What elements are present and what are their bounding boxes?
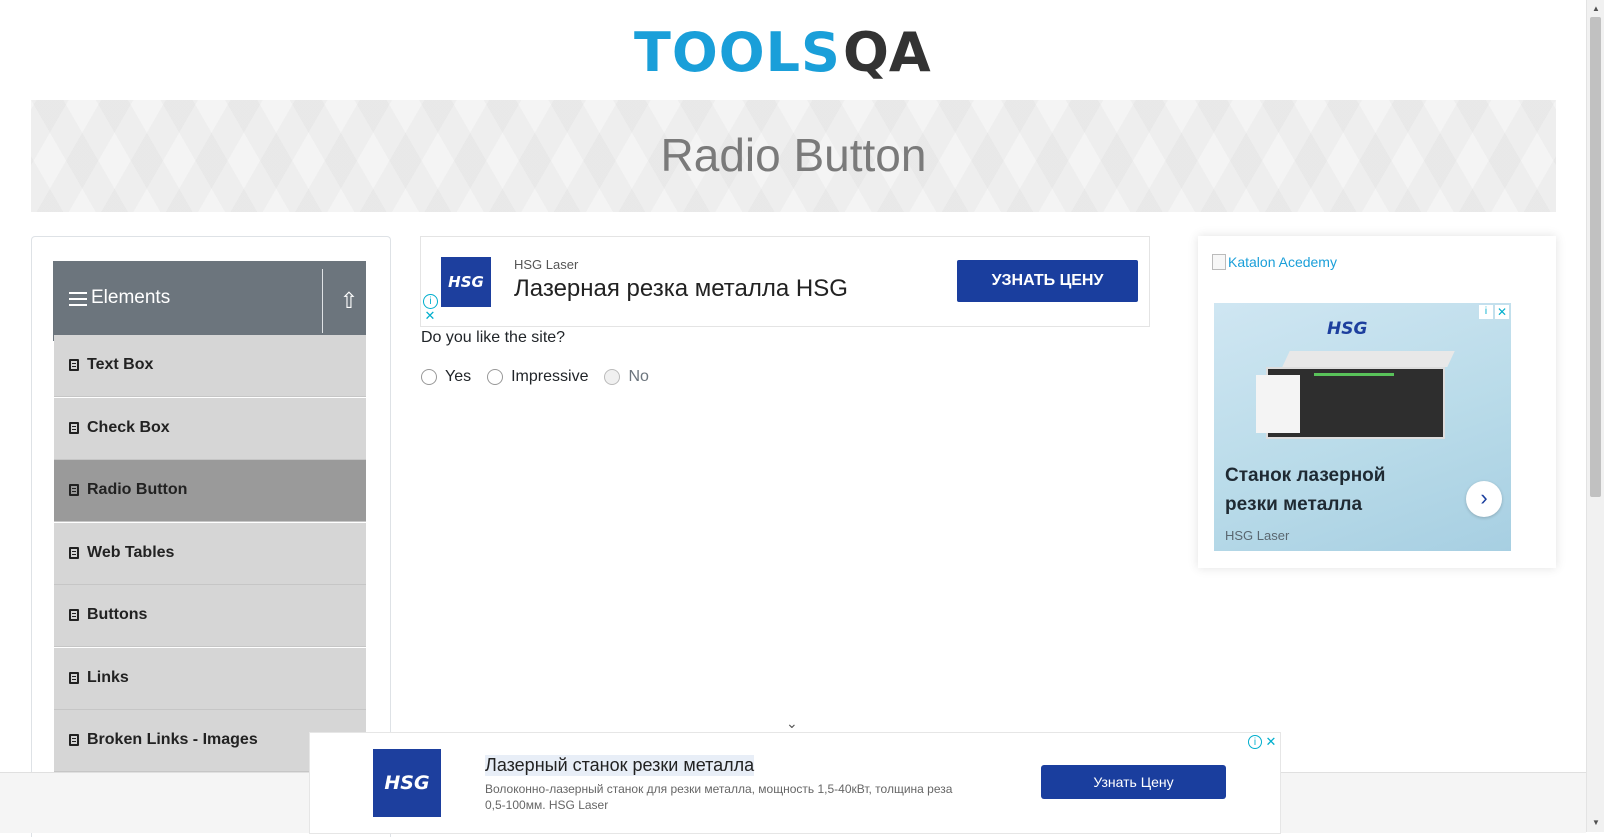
hsg-logo: HSG: [1327, 319, 1368, 339]
logo-tools-text: TOOLS: [634, 20, 841, 84]
page-title: Radio Button: [660, 129, 927, 181]
ad-close-icon[interactable]: ✕: [1264, 735, 1278, 749]
radio-label-yes[interactable]: Yes: [445, 368, 471, 386]
sidebar-item-buttons[interactable]: Buttons: [54, 585, 366, 647]
laser-machine-image: [1256, 351, 1456, 451]
html5-icon: [69, 484, 79, 496]
bottom-ad-headline[interactable]: Лазерный станок резки металла: [485, 755, 755, 776]
scrollbar-thumb[interactable]: [1590, 17, 1601, 497]
ad-info-icon[interactable]: i: [1479, 305, 1493, 319]
hamburger-icon: [69, 292, 87, 306]
broken-image-icon: [1212, 254, 1226, 270]
radio-impressive[interactable]: [487, 369, 504, 385]
page-banner: Radio Button: [31, 100, 1556, 212]
chevron-down-icon[interactable]: ⌄: [786, 715, 798, 732]
radio-no: [604, 369, 621, 385]
html5-icon: [69, 547, 79, 559]
sidebar-item-label: Web Tables: [87, 544, 175, 561]
sidebar-item-label: Links: [87, 669, 129, 686]
chevron-right-icon[interactable]: ›: [1466, 481, 1502, 517]
ad-card-title: Станок лазерной резки металла: [1225, 465, 1386, 515]
radio-question: Do you like the site?: [421, 329, 566, 346]
sidebar-item-links[interactable]: Links: [54, 648, 366, 710]
ad-headline[interactable]: Лазерная резка металла HSG: [514, 275, 848, 303]
sidebar-item-check-box[interactable]: Check Box: [54, 398, 366, 460]
sidebar-item-text-box[interactable]: Text Box: [54, 335, 366, 397]
hsg-logo: HSG: [373, 749, 441, 817]
ad-info-icon[interactable]: i: [423, 294, 438, 309]
group-divider: [322, 269, 323, 333]
bottom-ad-cta-button[interactable]: Узнать Цену: [1041, 765, 1226, 799]
radio-label-impressive[interactable]: Impressive: [511, 368, 588, 386]
html5-icon: [69, 609, 79, 621]
html5-icon: [69, 672, 79, 684]
top-ad-banner[interactable]: HSG HSG Laser Лазерная резка металла HSG…: [420, 236, 1150, 327]
html5-icon: [69, 422, 79, 434]
sidebar-item-label: Broken Links - Images: [87, 731, 258, 748]
scroll-up-icon[interactable]: ▲: [1592, 4, 1600, 13]
sidebar-item-label: Check Box: [87, 419, 170, 436]
hsg-logo: HSG: [441, 257, 491, 307]
ad-close-icon[interactable]: ✕: [423, 309, 437, 323]
sidebar-item-web-tables[interactable]: Web Tables: [54, 523, 366, 585]
bottom-ad-description: Волоконно-лазерный станок для резки мета…: [485, 782, 953, 812]
ad-brand: HSG Laser: [514, 257, 579, 272]
right-ad-panel: Katalon Acedemy HSG Станок лазерной резк…: [1198, 236, 1556, 568]
ad-card-brand: HSG Laser: [1225, 528, 1290, 543]
sidebar-item-label: Buttons: [87, 606, 148, 623]
bottom-sticky-ad[interactable]: ⌄ HSG Лазерный станок резки металла Воло…: [309, 715, 1281, 834]
katalon-alt-text: Katalon Acedemy: [1228, 254, 1337, 270]
vertical-scrollbar[interactable]: ▲ ▼: [1586, 0, 1604, 832]
hsg-ad-card[interactable]: HSG Станок лазерной резки металла HSG La…: [1214, 303, 1511, 551]
sidebar-item-radio-button[interactable]: Radio Button: [54, 460, 366, 522]
ad-close-icon[interactable]: ✕: [1495, 305, 1509, 319]
radio-label-no: No: [628, 368, 649, 385]
logo-qa-text: QA: [842, 20, 931, 84]
katalon-academy-image-link[interactable]: Katalon Acedemy: [1212, 254, 1337, 270]
scroll-down-icon[interactable]: ▼: [1592, 818, 1600, 827]
ad-cta-button[interactable]: УЗНАТЬ ЦЕНУ: [957, 260, 1138, 302]
sidebar-item-label: Radio Button: [87, 481, 188, 498]
sidebar-group-elements[interactable]: Elements ⇧: [53, 261, 366, 341]
radio-group: Yes Impressive No: [421, 368, 665, 386]
ad-info-icon[interactable]: i: [1248, 735, 1262, 749]
toolsqa-logo[interactable]: TOOLS QA: [634, 14, 931, 90]
radio-yes[interactable]: [421, 369, 437, 385]
group-title: Elements: [91, 287, 171, 308]
collapse-arrow-icon[interactable]: ⇧: [331, 285, 367, 317]
sidebar-item-label: Text Box: [87, 356, 154, 373]
html5-icon: [69, 359, 79, 371]
html5-icon: [69, 734, 79, 746]
